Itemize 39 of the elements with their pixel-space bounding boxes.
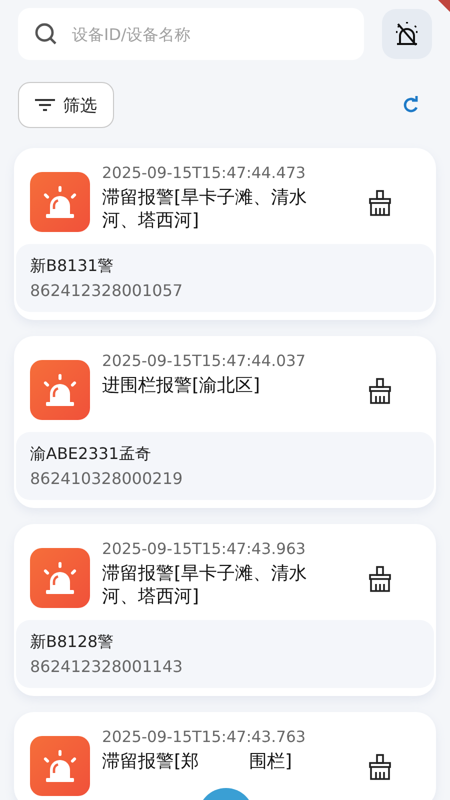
search-input[interactable]: 设备ID/设备名称 [70,24,350,44]
search-field[interactable]: 设备ID/设备名称 [18,8,364,60]
alarm-light-icon [42,185,78,219]
alarm-time: 2025-09-15T15:47:44.473 [102,164,307,182]
alarm-card[interactable]: 2025-09-15T15:47:44.037 进围栏报警[渝北区] 渝ABE2331孟奇 862410328000219 [14,336,436,508]
vehicle-name: 新B8128警 [30,632,115,653]
device-id: 862412328001143 [30,657,184,676]
clear-button[interactable] [368,566,392,592]
filter-button[interactable]: 筛选 [18,82,114,128]
filter-icon [35,98,55,112]
vehicle-name: 渝ABE2331孟奇 [30,444,152,465]
alarm-card[interactable]: 2025-09-15T15:47:44.473 滞留报警[旱卡子滩、清水河、塔西河] 新B8131警 862412328001057 [14,148,436,320]
clear-button[interactable] [368,190,392,216]
device-id: 862412328001057 [30,281,184,300]
broom-icon [368,566,392,592]
alarm-light-icon [42,373,78,407]
alarm-card[interactable]: 2025-09-15T15:47:43.963 滞留报警[旱卡子滩、清水河、塔西河] 新B8128警 862412328001143 [14,524,436,696]
alarm-title: 滞留报警[旱卡子滩、清水河、塔西河] [102,186,308,232]
refresh-button[interactable] [402,96,420,114]
alarm-time: 2025-09-15T15:47:44.037 [102,352,307,370]
alarm-time: 2025-09-15T15:47:43.963 [102,540,307,558]
device-id: 862410328000219 [30,469,184,488]
alarm-title: 滞留报警[旱卡子滩、清水河、塔西河] [102,562,308,608]
alarm-time: 2025-09-15T15:47:43.763 [102,728,307,746]
clear-button[interactable] [368,754,392,780]
alarm-title: 进围栏报警[渝北区] [102,374,262,397]
broom-icon [368,378,392,404]
alarm-title: 围栏] [249,750,292,773]
alarm-off-button[interactable] [382,9,432,59]
vehicle-name: 新B8131警 [30,256,115,277]
alarm-light-icon [42,561,78,595]
refresh-icon [402,96,420,114]
alarm-title: 滞留报警[郑 [102,750,200,773]
clear-button[interactable] [368,378,392,404]
search-icon [34,22,58,46]
alarm-card[interactable]: 2025-09-15T15:47:43.763 滞留报警[郑 围栏] [14,712,436,800]
broom-icon [368,190,392,216]
broom-icon [368,754,392,780]
alarm-light-icon [42,749,78,783]
